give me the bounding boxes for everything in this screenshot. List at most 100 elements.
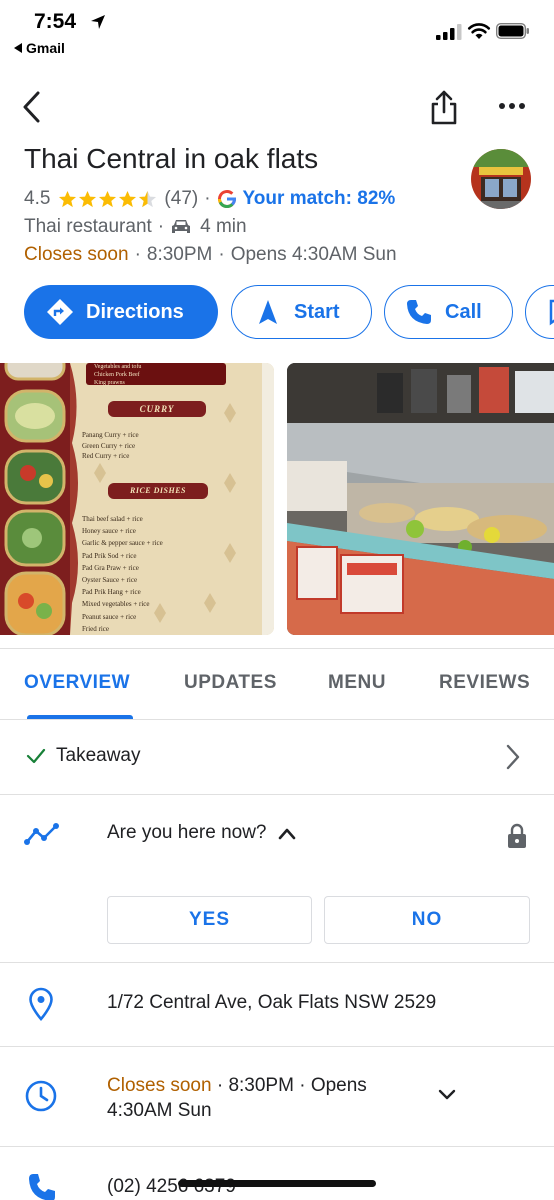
rating-value: 4.5: [24, 188, 51, 209]
divider: [0, 1046, 554, 1047]
caret-up-icon: [278, 828, 295, 840]
opens-label: Opens: [310, 1075, 367, 1096]
menu-item: Garlic & pepper sauce + rice: [82, 539, 163, 548]
star-icon: [79, 190, 97, 207]
hours-detail[interactable]: Closes soon · 8:30PM · Opens 4:30AM Sun: [107, 1073, 437, 1123]
call-button[interactable]: Call: [384, 285, 513, 339]
bookmark-icon: [549, 299, 554, 326]
here-now-label: Are you here now?: [107, 822, 267, 843]
lock-icon[interactable]: [506, 823, 528, 849]
divider: [0, 962, 554, 963]
menu-item: Chicken Pork Beef: [94, 372, 140, 378]
star-icon: [59, 190, 77, 207]
store-counter-photo-image: [287, 363, 554, 635]
hours-summary-row[interactable]: Closes soon · 8:30PM · Opens 4:30AM Sun: [24, 242, 397, 268]
share-button[interactable]: [428, 88, 460, 126]
menu-item: Honey sauce + rice: [82, 527, 136, 536]
menu-item: Pad Prik Sod + rice: [82, 551, 137, 560]
tab-menu[interactable]: MENU: [328, 672, 386, 694]
home-indicator[interactable]: [178, 1180, 376, 1187]
takeaway-label: Takeaway: [56, 745, 141, 766]
check-icon: [26, 748, 46, 764]
address-text[interactable]: 1/72 Central Ave, Oak Flats NSW 2529: [107, 992, 436, 1014]
divider: [0, 1146, 554, 1147]
review-count[interactable]: (47): [164, 188, 198, 210]
separator-dot: ·: [204, 188, 211, 209]
place-avatar[interactable]: [471, 149, 531, 209]
menu-photo[interactable]: Vegetables and tofu Chicken Pork Beef Ki…: [0, 363, 274, 635]
back-button[interactable]: [18, 88, 48, 126]
separator-dot: ·: [218, 244, 225, 265]
clock-icon: [25, 1080, 57, 1112]
opens-time: Opens 4:30AM Sun: [230, 244, 397, 265]
battery-icon: [496, 23, 529, 39]
menu-top-items: Vegetables and tofu Chicken Pork Beef Ki…: [94, 363, 141, 387]
storefront-photo-thumbnail: [471, 149, 531, 209]
yes-button[interactable]: YES: [107, 896, 312, 944]
trend-icon: [24, 823, 59, 845]
car-icon: [172, 220, 191, 233]
tab-reviews[interactable]: REVIEWS: [439, 672, 530, 694]
save-button[interactable]: [525, 285, 554, 339]
rating-stars: [58, 190, 158, 209]
action-buttons-row: Directions Start Call: [24, 285, 554, 339]
rating-row: 4.5 (47) · Your match: 82%: [24, 186, 395, 212]
status-time: 7:54: [34, 10, 77, 33]
back-triangle-icon: [14, 43, 22, 53]
star-icon: [99, 190, 117, 207]
tab-overview[interactable]: OVERVIEW: [24, 672, 130, 694]
menu-item: Mixed vegetables + rice: [82, 600, 150, 609]
no-button[interactable]: NO: [324, 896, 530, 944]
directions-label: Directions: [86, 300, 184, 323]
place-category: Thai restaurant: [24, 216, 152, 237]
menu-item: Peanut sauce + rice: [82, 612, 137, 621]
opens-time: 4:30AM Sun: [107, 1100, 212, 1121]
half-star-icon: [139, 190, 157, 207]
google-logo-icon: [217, 190, 236, 208]
menu-item: Pad Prik Hang + rice: [82, 588, 141, 597]
tab-updates[interactable]: UPDATES: [184, 672, 277, 694]
start-button[interactable]: Start: [231, 285, 372, 339]
separator-dot: ·: [299, 1075, 311, 1096]
drive-time: 4 min: [200, 216, 247, 237]
close-time: 8:30PM: [146, 244, 213, 265]
back-to-app-link[interactable]: Gmail: [14, 40, 65, 56]
wifi-icon: [467, 23, 491, 39]
chevron-down-icon[interactable]: [436, 1086, 458, 1104]
status-bar: 7:54 Gmail: [0, 0, 554, 70]
directions-button[interactable]: Directions: [24, 285, 218, 339]
menu-curry-list: Panang Curry + rice Green Curry + rice R…: [82, 430, 139, 462]
phone-icon: [407, 300, 431, 324]
start-label: Start: [294, 300, 340, 323]
separator-dot: ·: [216, 1075, 229, 1096]
category-row: Thai restaurant · 4 min: [24, 214, 247, 240]
menu-item: Vegetables and tofu: [94, 364, 142, 370]
here-now-toggle[interactable]: Are you here now?: [107, 822, 297, 844]
location-arrow-icon: [91, 15, 105, 29]
menu-item: Panang Curry + rice: [82, 431, 139, 439]
more-options-button[interactable]: [496, 96, 528, 116]
divider: [0, 648, 554, 649]
chevron-right-icon[interactable]: [502, 742, 524, 772]
back-app-label: Gmail: [26, 40, 65, 56]
divider: [0, 794, 554, 795]
directions-icon: [47, 299, 73, 325]
cellular-signal-icon: [436, 24, 462, 40]
navigation-arrow-icon: [259, 300, 277, 324]
separator-dot: ·: [134, 244, 141, 265]
close-time: 8:30PM: [228, 1075, 294, 1096]
match-score[interactable]: Your match: 82%: [243, 188, 396, 210]
menu-item: Thai beef salad + rice: [82, 515, 143, 523]
store-counter-photo[interactable]: [287, 363, 554, 635]
menu-item: Fried rice: [82, 624, 110, 633]
menu-item: Oyster Sauce + rice: [82, 576, 138, 585]
menu-item: Green Curry + rice: [82, 441, 136, 450]
call-label: Call: [445, 300, 482, 323]
separator-dot: ·: [157, 216, 165, 237]
menu-item: Red Curry + rice: [82, 452, 130, 460]
menu-rice-heading: RICE DISHES: [130, 486, 186, 495]
place-title: Thai Central in oak flats: [24, 143, 319, 174]
divider: [0, 719, 554, 720]
closes-soon-status: Closes soon: [107, 1075, 212, 1096]
service-options-row[interactable]: Takeaway: [26, 740, 141, 772]
